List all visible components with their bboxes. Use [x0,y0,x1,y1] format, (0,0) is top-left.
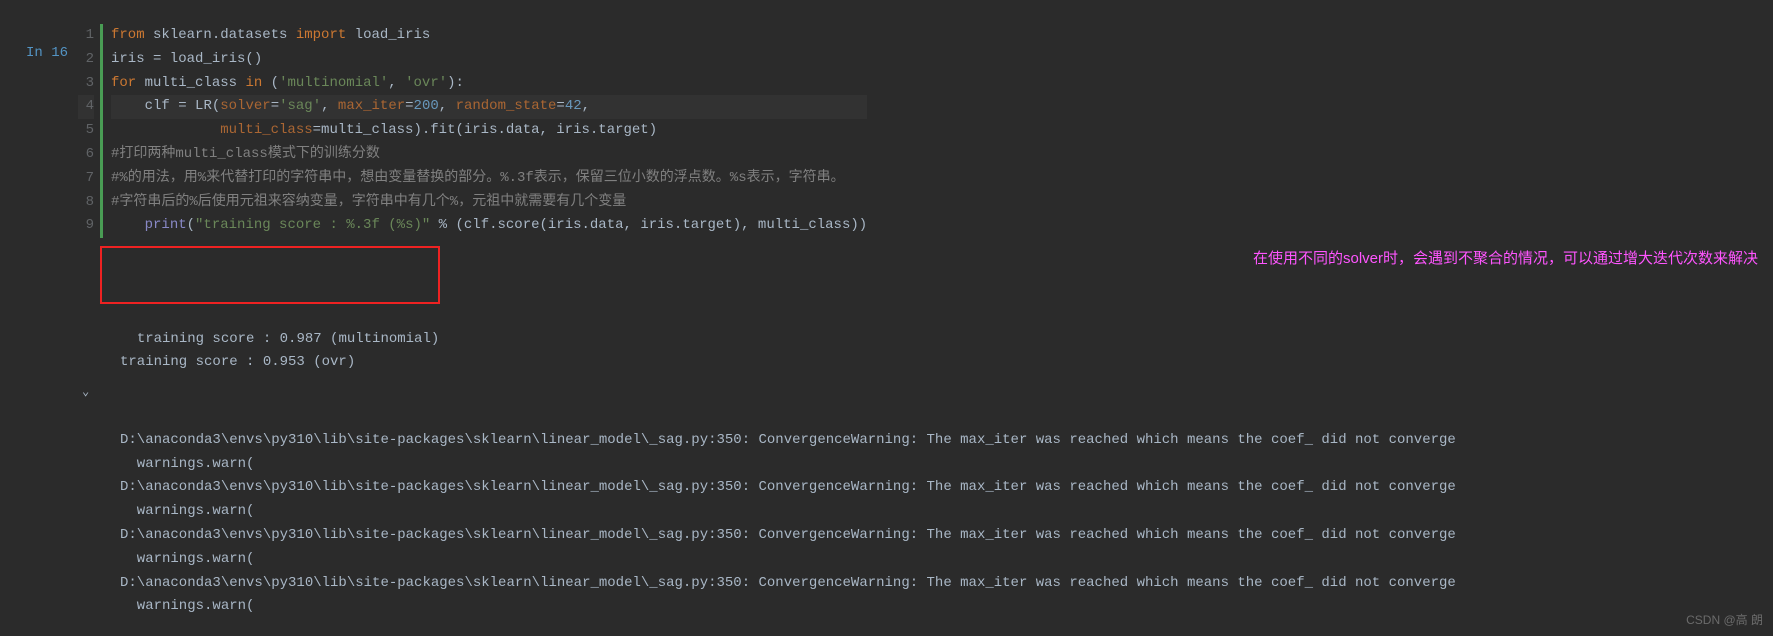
code-line[interactable]: #%的用法，用%来代替打印的字符串中，想由变量替换的部分。%.3f表示，保留三位… [111,167,867,191]
output-line: training score : 0.987 (multinomial) [137,331,439,347]
prompt-in: In [26,45,43,61]
warning-line: warnings.warn( [120,551,254,567]
code-line[interactable]: for multi_class in ('multinomial', 'ovr'… [111,72,867,96]
cell-prompt: In 16 [0,24,78,238]
warning-line: D:\anaconda3\envs\py310\lib\site-package… [120,575,1456,591]
chevron-down-icon[interactable]: ⌄ [82,382,89,402]
highlight-box [100,246,440,304]
output-line: training score : 0.953 (ovr) [120,354,355,370]
warning-line: D:\anaconda3\envs\py310\lib\site-package… [120,432,1456,448]
line-number: 5 [78,119,94,143]
warning-line: warnings.warn( [120,598,254,614]
line-number: 6 [78,143,94,167]
code-line[interactable]: #字符串后的%后使用元祖来容纳变量，字符串中有几个%，元祖中就需要有几个变量 [111,191,867,215]
cell-output: 在使用不同的solver时，会遇到不聚合的情况，可以通过增大迭代次数来解决 tr… [0,238,1773,375]
warning-line: warnings.warn( [120,456,254,472]
user-annotation: 在使用不同的solver时，会遇到不聚合的情况，可以通过增大迭代次数来解决 [1253,248,1733,271]
line-number: 2 [78,48,94,72]
code-line[interactable]: from sklearn.datasets import load_iris [111,24,867,48]
line-number: 9 [78,214,94,238]
gutter-and-code: 1 2 3 4 5 6 7 8 9 from sklearn.datasets … [78,24,867,238]
code-line[interactable]: multi_class=multi_class).fit(iris.data, … [111,119,867,143]
warnings-output: ⌄ D:\anaconda3\envs\py310\lib\site-packa… [0,375,1773,619]
warning-line: D:\anaconda3\envs\py310\lib\site-package… [120,527,1456,543]
watermark: CSDN @高 朗 [1686,610,1763,630]
code-line-highlighted[interactable]: clf = LR(solver='sag', max_iter=200, ran… [111,95,867,119]
code-cell: In 16 1 2 3 4 5 6 7 8 9 from sklearn.dat… [0,0,1773,238]
line-number: 7 [78,167,94,191]
code-line[interactable]: #打印两种multi_class模式下的训练分数 [111,143,867,167]
code-editor[interactable]: from sklearn.datasets import load_iris i… [100,24,867,238]
line-number: 8 [78,191,94,215]
line-number: 3 [78,72,94,96]
line-numbers: 1 2 3 4 5 6 7 8 9 [78,24,100,238]
warning-line: D:\anaconda3\envs\py310\lib\site-package… [120,479,1456,495]
line-number: 4 [78,95,94,119]
code-line[interactable]: print("training score : %.3f (%s)" % (cl… [111,214,867,238]
line-number: 1 [78,24,94,48]
prompt-number: 16 [51,45,68,61]
code-line[interactable]: iris = load_iris() [111,48,867,72]
warning-line: warnings.warn( [120,503,254,519]
